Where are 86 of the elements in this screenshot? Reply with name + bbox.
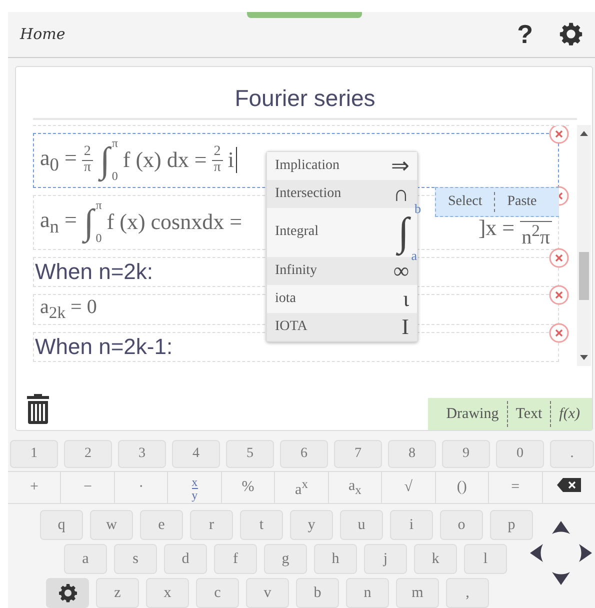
number-key[interactable]: 5 <box>226 440 274 468</box>
settings-icon <box>58 581 76 605</box>
scrollbar[interactable] <box>577 124 591 366</box>
letter-key[interactable]: v <box>246 578 289 608</box>
close-icon[interactable] <box>549 284 569 305</box>
number-key[interactable]: . <box>550 440 594 468</box>
symbol-menu-item[interactable]: Implication ⇒ <box>267 152 417 180</box>
symbol-menu-item[interactable]: IOTA I <box>267 312 417 341</box>
operator-key[interactable]: − <box>61 472 115 503</box>
letter-key[interactable]: r <box>190 510 233 540</box>
number-key[interactable]: 4 <box>172 440 220 468</box>
close-icon[interactable] <box>549 322 569 343</box>
letter-key[interactable]: w <box>90 510 133 540</box>
trash-icon[interactable] <box>26 394 50 424</box>
letter-key[interactable]: b <box>296 578 339 608</box>
letter-key[interactable]: c <box>196 578 239 608</box>
letter-key[interactable]: o <box>440 510 483 540</box>
close-icon[interactable] <box>549 248 569 268</box>
block-text: When n=2k: <box>35 258 154 285</box>
number-key[interactable]: 7 <box>334 440 382 468</box>
operator-key[interactable]: x y <box>168 472 222 503</box>
letter-key[interactable]: a <box>64 544 107 574</box>
number-key[interactable]: 0 <box>496 440 544 468</box>
letter-key[interactable]: d <box>164 544 207 574</box>
number-key[interactable]: 8 <box>388 440 436 468</box>
fraction: 2 π <box>212 144 223 176</box>
number-key[interactable]: 3 <box>118 440 166 468</box>
keyboard-settings-key[interactable] <box>46 578 89 608</box>
operator-key[interactable]: () <box>436 472 490 503</box>
letter-key[interactable]: e <box>140 510 183 540</box>
letter-key[interactable]: , <box>446 578 489 608</box>
home-link[interactable]: Home <box>20 25 518 44</box>
operator-key[interactable]: = <box>489 472 543 503</box>
letter-key[interactable]: h <box>314 544 357 574</box>
letter-key[interactable]: n <box>346 578 389 608</box>
settings-icon[interactable] <box>559 22 583 46</box>
math-text: a$_{n}$ = <box>40 206 77 238</box>
number-key[interactable]: 2 <box>64 440 112 468</box>
math-text: a$_{2k}$ = 0 <box>40 296 97 323</box>
mode-tab[interactable]: Drawing <box>438 401 508 427</box>
help-button[interactable]: ? <box>517 21 533 48</box>
symbol-menu-item[interactable]: iota ι <box>267 284 417 313</box>
operator-key[interactable]: + <box>8 472 62 503</box>
fraction: 2 π <box>82 144 93 176</box>
math-text: i <box>228 147 234 174</box>
letter-key[interactable]: s <box>114 544 157 574</box>
drag-handle[interactable] <box>247 12 362 18</box>
letter-key[interactable]: t <box>240 510 283 540</box>
operator-key[interactable]: a$_{x}$ <box>328 472 382 503</box>
math-text: a$_{0}$ = <box>40 144 77 176</box>
mode-tab[interactable]: f(x) <box>551 401 588 427</box>
scrollbar-thumb[interactable] <box>579 252 589 300</box>
operator-key[interactable]: a$^{x}$ <box>275 472 329 503</box>
operator-key[interactable]: √ <box>382 472 436 503</box>
letter-key[interactable]: z <box>96 578 139 608</box>
letter-key[interactable]: g <box>264 544 307 574</box>
letter-key[interactable]: j <box>364 544 407 574</box>
math-text: f (x) cosnxdx = <box>106 209 242 236</box>
scroll-down-icon[interactable] <box>580 354 588 360</box>
text-cursor <box>236 147 237 174</box>
number-key[interactable]: 6 <box>280 440 328 468</box>
mode-tab[interactable]: Text <box>508 401 552 427</box>
letter-key[interactable]: u <box>340 510 383 540</box>
close-icon[interactable] <box>549 126 569 144</box>
letter-key[interactable]: k <box>414 544 457 574</box>
letter-key[interactable]: y <box>290 510 333 540</box>
operator-key[interactable]: % <box>222 472 276 503</box>
math-text: ]x = <box>478 216 515 239</box>
operator-key[interactable]: · <box>114 472 168 503</box>
number-key[interactable]: 9 <box>442 440 490 468</box>
letter-key[interactable]: q <box>40 510 83 540</box>
letter-key[interactable]: p <box>490 510 533 540</box>
letter-key[interactable]: m <box>396 578 439 608</box>
letter-key[interactable]: f <box>214 544 257 574</box>
block-text: When n=2k-1: <box>35 334 173 360</box>
number-key[interactable]: 1 <box>10 440 58 468</box>
letter-key[interactable]: i <box>390 510 433 540</box>
scroll-up-icon[interactable] <box>580 130 588 136</box>
math-text: f (x) dx = <box>122 147 207 174</box>
letter-key[interactable]: x <box>146 578 189 608</box>
context-action[interactable]: Select <box>436 192 496 212</box>
document-title: Fourier series <box>33 66 577 120</box>
context-action[interactable]: Paste <box>495 192 549 212</box>
arrow-pad-icon[interactable] <box>530 521 592 585</box>
backspace-icon[interactable] <box>556 478 581 492</box>
letter-key[interactable]: l <box>464 544 507 574</box>
